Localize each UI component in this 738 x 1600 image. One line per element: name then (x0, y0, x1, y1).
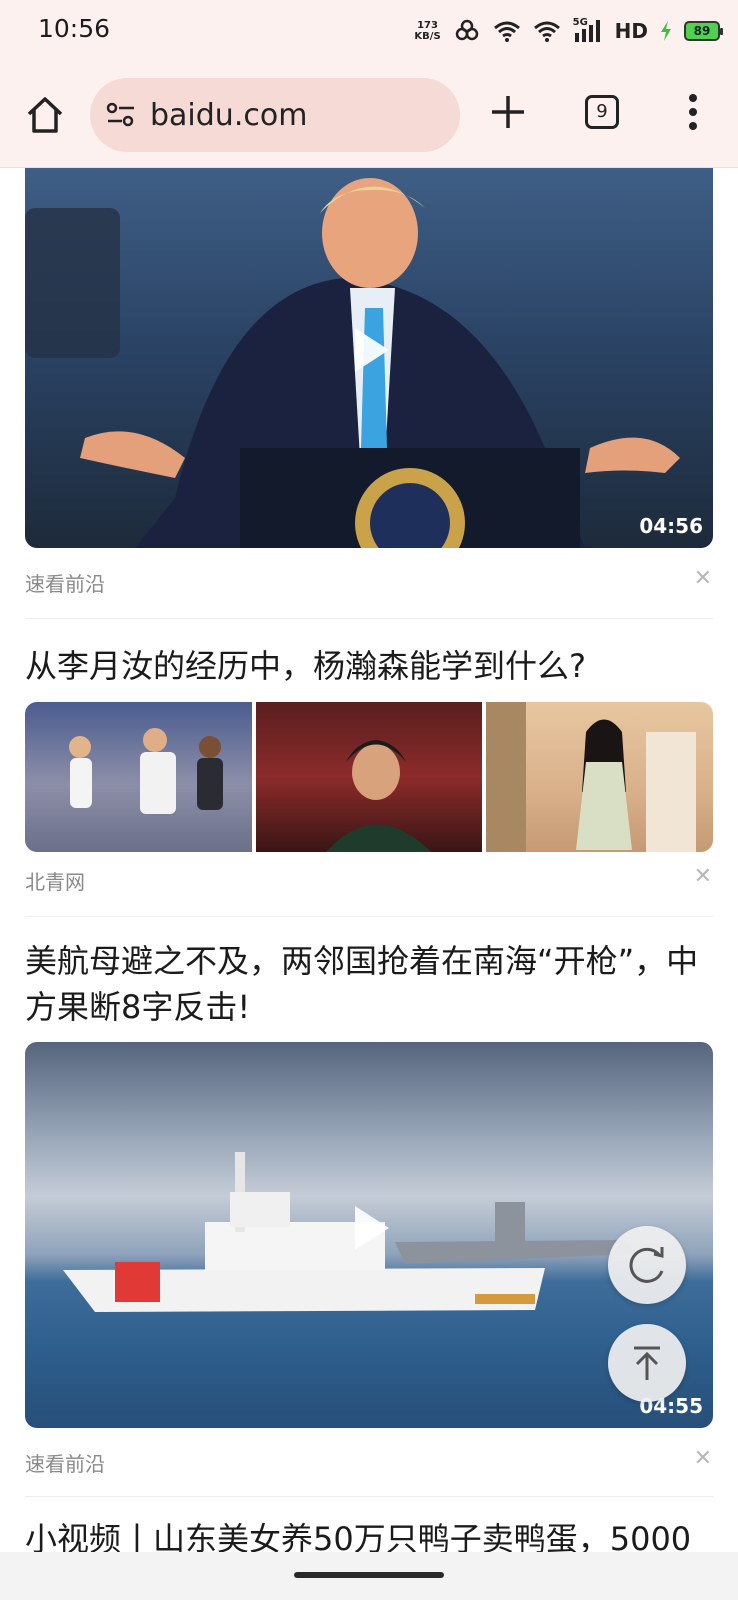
gallery-image[interactable] (255, 702, 483, 852)
play-icon[interactable] (341, 322, 397, 378)
divider (25, 618, 713, 619)
news-source: 速看前沿 (25, 572, 105, 596)
wifi-icon-2 (533, 21, 560, 42)
refresh-icon (629, 1247, 664, 1283)
news-title[interactable]: 美航母避之不及，两邻国抢着在南海“开枪”，中方果断8字反击! (25, 938, 715, 1030)
arrow-up-icon (634, 1346, 660, 1380)
status-time: 10:56 (38, 14, 111, 43)
tab-switcher-button[interactable]: 9 (585, 95, 619, 129)
url-bar[interactable]: baidu.com (90, 78, 460, 152)
more-menu-icon[interactable] (680, 92, 706, 132)
dismiss-icon[interactable]: ✕ (694, 864, 712, 889)
divider (25, 1496, 713, 1497)
gallery-image[interactable] (25, 702, 252, 852)
video-duration: 04:56 (639, 514, 703, 538)
site-settings-icon[interactable] (106, 102, 136, 128)
news-source: 北青网 (25, 870, 85, 894)
image-gallery[interactable] (25, 702, 713, 852)
video-thumbnail[interactable]: 04:56 (25, 168, 713, 548)
net-speed-value: 173 (417, 20, 438, 31)
play-icon[interactable] (341, 1200, 397, 1256)
divider (25, 916, 713, 917)
home-gesture-handle[interactable] (294, 1572, 444, 1578)
net-speed: 173 KB/S (414, 20, 440, 42)
status-icons: 173 KB/S 5G HD 89 (414, 16, 723, 46)
new-tab-icon[interactable] (488, 92, 528, 132)
charging-icon (661, 21, 671, 41)
home-icon[interactable] (24, 94, 66, 136)
news-source: 速看前沿 (25, 1452, 105, 1476)
browser-toolbar: baidu.com 9 (0, 62, 738, 168)
system-nav-bar (0, 1552, 738, 1600)
gallery-image[interactable] (486, 702, 713, 852)
link-icon (455, 19, 478, 41)
dismiss-icon[interactable]: ✕ (694, 566, 712, 591)
url-text[interactable]: baidu.com (150, 98, 307, 133)
dismiss-icon[interactable]: ✕ (694, 1446, 712, 1471)
status-bar: 10:56 173 KB/S 5G HD 89 (0, 0, 738, 62)
signal-icon: 5G (573, 17, 603, 43)
back-to-top-button[interactable] (608, 1324, 686, 1402)
battery-indicator: 89 (684, 21, 723, 41)
refresh-button[interactable] (608, 1226, 686, 1304)
net-speed-unit: KB/S (414, 31, 441, 42)
news-title[interactable]: 从李月汝的经历中，杨瀚森能学到什么? (25, 643, 715, 689)
hd-indicator: HD (614, 19, 648, 43)
wifi-icon (493, 21, 520, 42)
